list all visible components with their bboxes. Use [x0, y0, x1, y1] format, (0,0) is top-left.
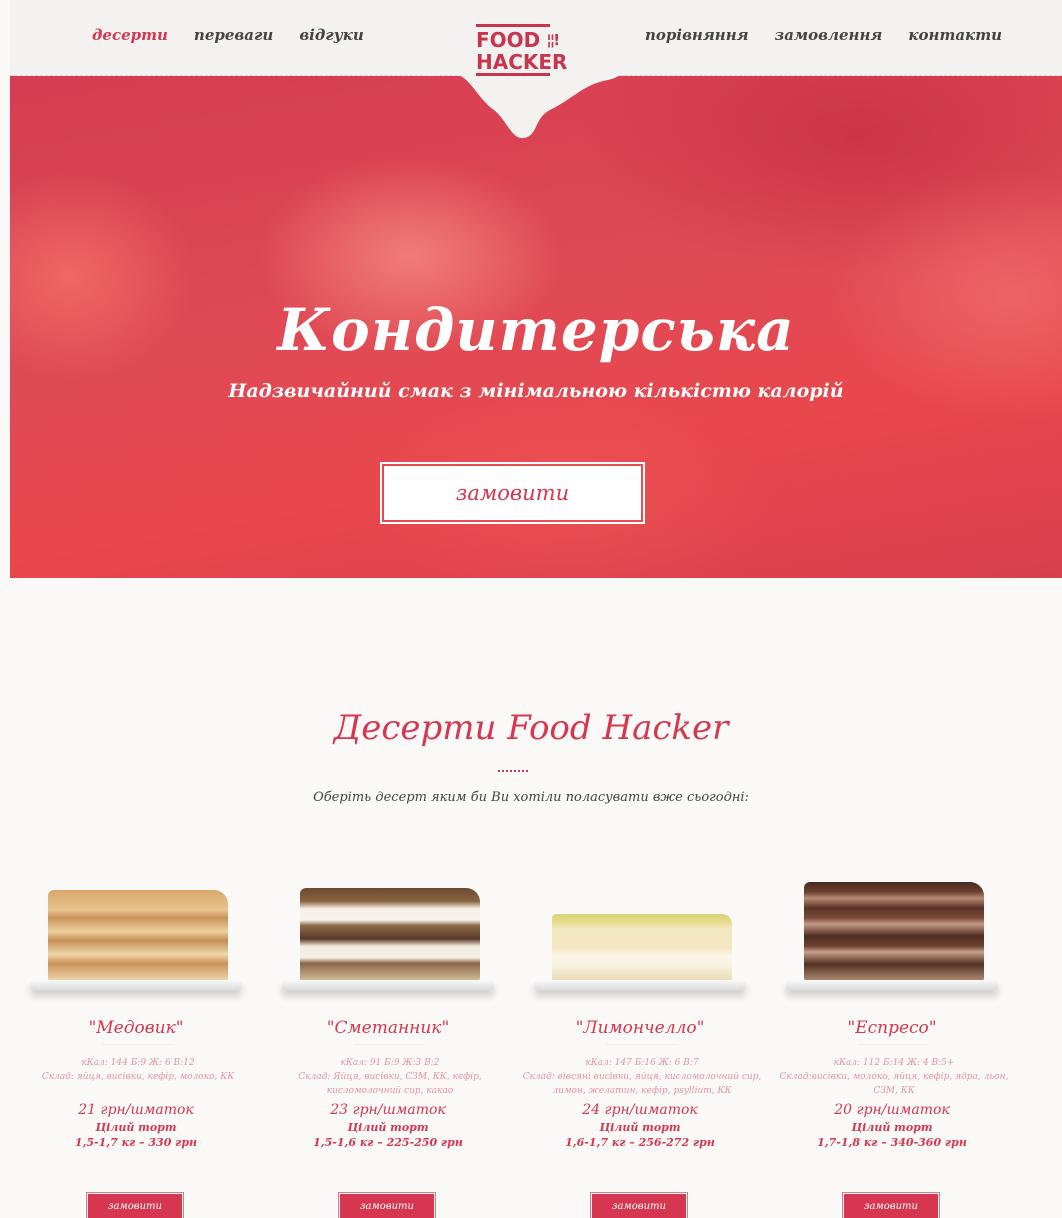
product-price: 24 грн/шматок	[582, 1102, 698, 1118]
nav-left-group: десерти переваги відгуки	[92, 26, 364, 44]
logo-word-hacker: HACKER	[476, 50, 568, 74]
product-order-button[interactable]: замовити	[590, 1192, 688, 1218]
product-price: 23 грн/шматок	[330, 1102, 446, 1118]
section-divider	[498, 770, 528, 772]
product-name: "Сметанник"	[326, 1018, 450, 1038]
product-divider	[858, 1044, 928, 1045]
product-whole-price: 1,6-1,7 кг – 256-272 грн	[565, 1136, 715, 1149]
product-order-button[interactable]: замовити	[842, 1192, 940, 1218]
nav-link-desserts[interactable]: десерти	[92, 26, 168, 44]
cake-image-smetannyk	[300, 888, 480, 982]
product-whole-price: 1,5-1,6 кг – 225-250 грн	[313, 1136, 463, 1149]
product-shelf	[30, 980, 242, 990]
section-title: Десерти Food Hacker	[333, 708, 729, 748]
product-composition: Склад: Яйця, висівки, СЗМ, КК, кефір, ки…	[298, 1072, 482, 1096]
product-divider	[354, 1044, 424, 1045]
product-whole-label: Цілий торт	[347, 1121, 429, 1134]
logo-line-1: FOOD ¦¦!	[476, 28, 560, 52]
logo-word-food: FOOD	[476, 28, 541, 52]
nav-link-contacts[interactable]: контакти	[908, 26, 1002, 44]
product-nutrition: кКал: 144 Б:9 Ж: 6 В:12	[81, 1058, 195, 1068]
product-nutrition: кКал: 91 Б:9 Ж:3 В:2	[340, 1058, 440, 1068]
nav-link-reviews[interactable]: відгуки	[299, 26, 363, 44]
product-shelf	[282, 980, 494, 990]
product-order-button[interactable]: замовити	[86, 1192, 184, 1218]
product-divider	[606, 1044, 676, 1045]
product-composition: Склад: вівсяні висівки, яйця, кисломолоч…	[522, 1072, 762, 1096]
product-name: "Еспресо"	[847, 1018, 937, 1038]
section-subtitle: Оберіть десерт яким би Ви хотіли поласув…	[313, 790, 749, 805]
product-whole-price: 1,5-1,7 кг – 330 грн	[74, 1136, 198, 1149]
nav-link-advantages[interactable]: переваги	[194, 26, 273, 44]
product-price: 21 грн/шматок	[78, 1102, 194, 1118]
product-price: 20 грн/шматок	[834, 1102, 950, 1118]
product-whole-price: 1,7-1,8 кг – 340-360 грн	[817, 1136, 967, 1149]
product-whole-label: Цілий торт	[851, 1121, 933, 1134]
hero-banner: Кондитерська Надзвичайний смак з мінімал…	[10, 76, 1062, 578]
cake-image-espresso	[804, 882, 984, 982]
product-composition: Склад: яйця, висівки, кефір, молоко, КК	[41, 1072, 235, 1082]
cutlery-icon: ¦¦!	[546, 31, 560, 49]
product-order-button[interactable]: замовити	[338, 1192, 436, 1218]
product-name: "Лимончелло"	[575, 1018, 705, 1038]
product-whole-label: Цілий торт	[599, 1121, 681, 1134]
product-nutrition: кКал: 147 Б:16 Ж: 6 В:7	[585, 1058, 699, 1068]
hero-order-button[interactable]: замовити	[380, 462, 645, 524]
nav-right-group: порівняння замовлення контакти	[645, 26, 1002, 44]
cake-image-medovik	[48, 890, 228, 982]
nav-link-comparison[interactable]: порівняння	[645, 26, 749, 44]
logo-top-bar	[476, 24, 550, 27]
product-name: "Медовик"	[88, 1018, 184, 1038]
brand-logo[interactable]: FOOD ¦¦! HACKER	[476, 24, 568, 76]
product-nutrition: кКал: 112 Б:14 Ж: 4 В:5+	[833, 1058, 955, 1068]
hero-title: Кондитерська	[277, 296, 795, 364]
product-whole-label: Цілий торт	[95, 1121, 177, 1134]
product-composition: Склад:висівки, молоко, яйця, кефір, ядра…	[779, 1072, 1009, 1096]
product-divider	[102, 1044, 172, 1045]
nav-link-order[interactable]: замовлення	[775, 26, 883, 44]
cake-image-limoncello	[552, 914, 732, 982]
hero-subtitle: Надзвичайний смак з мінімальною кількіст…	[228, 380, 844, 402]
product-shelf	[786, 980, 998, 990]
product-shelf	[534, 980, 746, 990]
